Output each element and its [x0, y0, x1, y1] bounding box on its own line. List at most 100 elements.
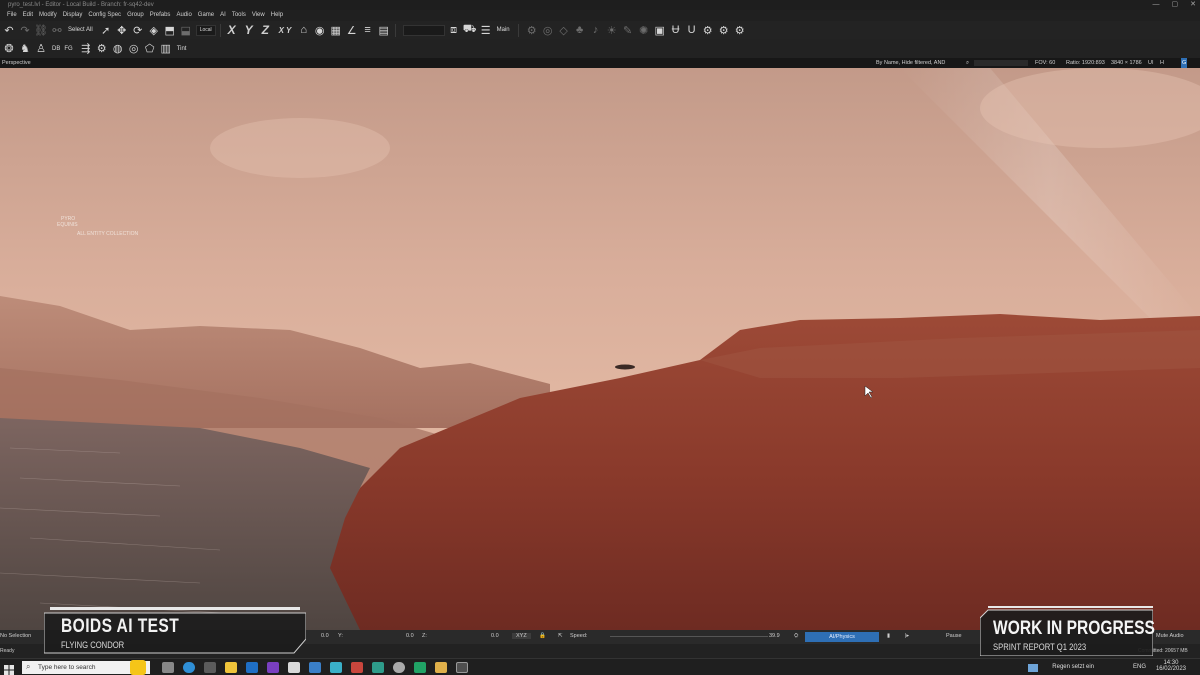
speed-value[interactable]: 39.9: [769, 633, 780, 639]
mute-audio-button[interactable]: Mute Audio: [1156, 633, 1184, 639]
settings-gear-icon[interactable]: ⚙: [701, 23, 715, 37]
menu-group[interactable]: Group: [127, 10, 144, 21]
visual-studio-icon[interactable]: [267, 662, 279, 673]
grid-icon[interactable]: ▦: [329, 23, 343, 37]
game-gear-icon[interactable]: ⚙: [733, 23, 747, 37]
fg-button[interactable]: FG: [64, 46, 72, 52]
debug-gear-icon[interactable]: ⚙: [717, 23, 731, 37]
menu-modify[interactable]: Modify: [39, 10, 57, 21]
document-icon[interactable]: ▤: [377, 23, 391, 37]
store-icon[interactable]: [204, 662, 216, 673]
light-icon[interactable]: ☀: [605, 23, 619, 37]
3d-viewport[interactable]: PYRO EQUINIS ALL ENTITY COLLECTION: [0, 68, 1200, 630]
undo-icon[interactable]: ↶: [2, 23, 16, 37]
z-coord-field[interactable]: 0.0: [491, 633, 499, 639]
editor-app-icon[interactable]: [456, 662, 468, 673]
explorer-icon[interactable]: [225, 662, 237, 673]
stop-icon[interactable]: ▮: [887, 633, 890, 639]
ruler-icon[interactable]: ≡: [361, 23, 375, 37]
media-icon[interactable]: [351, 662, 363, 673]
menu-edit[interactable]: Edit: [23, 10, 33, 21]
terrain-snap-icon[interactable]: ⌂: [297, 23, 311, 37]
table-icon[interactable]: ▥: [159, 42, 173, 56]
redo-icon[interactable]: ↷: [18, 23, 32, 37]
excel-icon[interactable]: [414, 662, 426, 673]
person-icon[interactable]: ♙: [34, 42, 48, 56]
material-select[interactable]: [402, 24, 445, 36]
globe-icon[interactable]: ◍: [111, 42, 125, 56]
axis-xy-toggle[interactable]: X Y: [279, 26, 295, 35]
select-pointer-icon[interactable]: ➚: [99, 23, 113, 37]
unreal-icon[interactable]: Ʉ: [669, 23, 683, 37]
character-icon[interactable]: ♞: [18, 42, 32, 56]
clock-app-icon[interactable]: [393, 662, 405, 673]
cube-app-icon[interactable]: [288, 662, 300, 673]
place-icon[interactable]: ⬒: [163, 23, 177, 37]
pin-icon[interactable]: ⇱: [558, 633, 563, 639]
menu-tools[interactable]: Tools: [232, 10, 246, 21]
script-icon[interactable]: ▣: [653, 23, 667, 37]
physics-icon[interactable]: ⚙: [525, 23, 539, 37]
layer-select[interactable]: Main: [497, 27, 510, 33]
search-input[interactable]: [974, 60, 1028, 66]
axis-z-toggle[interactable]: Z: [262, 23, 276, 37]
unlink-icon[interactable]: ⚯: [50, 23, 64, 37]
ui-toggle[interactable]: UI: [1148, 58, 1154, 68]
clock[interactable]: 14:30 16/02/2023: [1156, 660, 1186, 672]
g-toggle[interactable]: G: [1181, 58, 1188, 68]
speed-slider[interactable]: [610, 636, 768, 637]
vehicle-icon[interactable]: ⛟: [463, 23, 477, 37]
pause-button[interactable]: Pause: [946, 633, 962, 639]
shield-app-icon[interactable]: [330, 662, 342, 673]
select-all-button[interactable]: Select All: [68, 27, 93, 33]
tint-button[interactable]: Tint: [177, 46, 187, 52]
layers-icon[interactable]: ☰: [479, 23, 493, 37]
edge-icon[interactable]: [183, 662, 195, 673]
x-coord-field[interactable]: 0.0: [321, 633, 329, 639]
flow-icon[interactable]: ⇶: [79, 42, 93, 56]
snip-icon[interactable]: [372, 662, 384, 673]
link-icon[interactable]: ⛓: [34, 23, 48, 37]
unicode-icon[interactable]: U: [685, 23, 699, 37]
minimize-button[interactable]: —: [1153, 0, 1160, 10]
paint-icon[interactable]: [309, 662, 321, 673]
lock-icon[interactable]: 🔒: [539, 633, 546, 639]
move-icon[interactable]: ✥: [115, 23, 129, 37]
menu-display[interactable]: Display: [63, 10, 83, 21]
y-coord-field[interactable]: 0.0: [406, 633, 414, 639]
axis-y-toggle[interactable]: Y: [245, 23, 259, 37]
cortana-icon[interactable]: [130, 660, 146, 675]
menu-help[interactable]: Help: [271, 10, 283, 21]
menu-config-spec[interactable]: Config Spec: [88, 10, 121, 21]
menu-prefabs[interactable]: Prefabs: [150, 10, 171, 21]
folder-icon[interactable]: [435, 662, 447, 673]
camera-icon[interactable]: ◉: [313, 23, 327, 37]
step-icon[interactable]: |▸: [905, 633, 909, 639]
rotate-icon[interactable]: ⟳: [131, 23, 145, 37]
coord-system-select[interactable]: Local: [195, 24, 216, 36]
windows-start-icon[interactable]: [4, 662, 14, 675]
brush-icon[interactable]: ✎: [621, 23, 635, 37]
asset-browser-icon[interactable]: ❂: [2, 42, 16, 56]
sound-icon[interactable]: ♪: [589, 23, 603, 37]
filter-icon[interactable]: ⧈: [447, 23, 461, 37]
particle-icon[interactable]: ✺: [637, 23, 651, 37]
entity-icon[interactable]: ◇: [557, 23, 571, 37]
vegetation-icon[interactable]: ♣: [573, 23, 587, 37]
menu-view[interactable]: View: [252, 10, 265, 21]
xyz-toggle[interactable]: XYZ: [512, 633, 531, 639]
ai-physics-button[interactable]: AI/Physics: [805, 632, 879, 642]
scale-icon[interactable]: ◈: [147, 23, 161, 37]
menu-audio[interactable]: Audio: [176, 10, 191, 21]
weather-icon[interactable]: [1028, 664, 1038, 672]
menu-ai[interactable]: AI: [220, 10, 226, 21]
close-button[interactable]: ✕: [1190, 0, 1196, 10]
snap-icon[interactable]: ⬓: [179, 23, 193, 37]
db-button[interactable]: DB: [52, 46, 60, 52]
ai-icon[interactable]: ◎: [541, 23, 555, 37]
gear-settings-icon[interactable]: ⚙: [95, 42, 109, 56]
language-indicator[interactable]: ENG: [1133, 664, 1146, 670]
h-toggle[interactable]: H: [1160, 58, 1164, 68]
axis-x-toggle[interactable]: X: [228, 23, 242, 37]
outlook-icon[interactable]: [246, 662, 258, 673]
